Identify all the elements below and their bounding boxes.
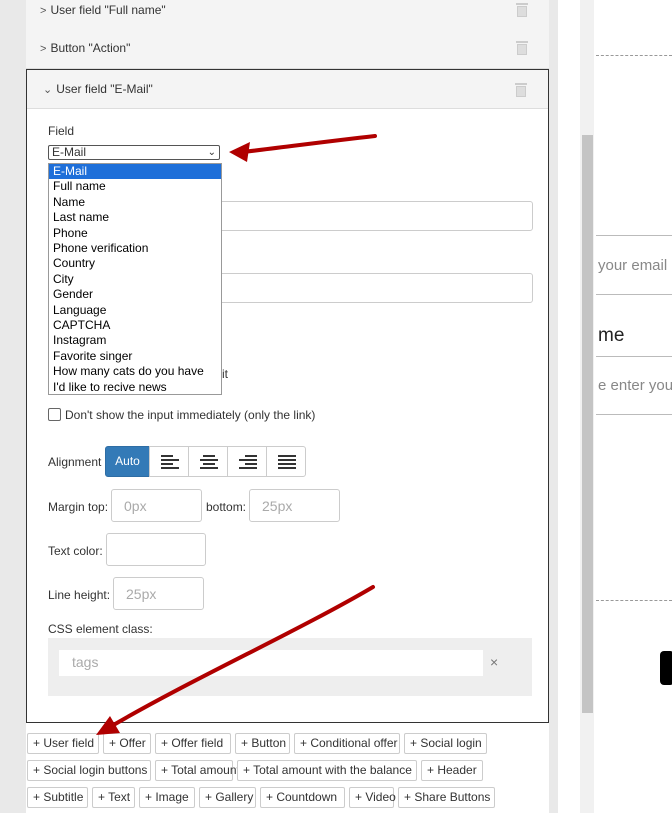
chevron-down-icon: ⌄ [43, 84, 53, 96]
chevron-right-icon: > [40, 43, 47, 55]
add-offer-field-button[interactable]: + Offer field [155, 733, 231, 754]
add-total-amount-button[interactable]: + Total amount [155, 760, 240, 781]
line-height-input[interactable]: 25px [113, 577, 204, 610]
dropdown-option[interactable]: I'd like to recive news [49, 380, 221, 395]
trash-icon[interactable] [516, 3, 528, 17]
trash-icon[interactable] [515, 83, 527, 97]
margin-bottom-label: bottom: [206, 500, 247, 514]
add-image-button[interactable]: + Image [139, 787, 195, 808]
add-share-buttons-button[interactable]: + Share Buttons [398, 787, 495, 808]
align-auto-button[interactable]: Auto [105, 446, 150, 477]
checkbox-label: Don't show the input immediately (only t… [65, 408, 316, 422]
tags-input[interactable]: tags [59, 650, 483, 676]
align-center-button[interactable] [188, 446, 228, 477]
right-gutter [549, 0, 558, 813]
field-label: Field [48, 124, 75, 138]
dropdown-option[interactable]: E-Mail [49, 164, 221, 180]
add-offer-button[interactable]: + Offer [103, 733, 151, 754]
text-color-label: Text color: [48, 544, 103, 558]
add-user-field-button[interactable]: + User field [27, 733, 99, 754]
dropdown-option[interactable]: City [49, 272, 221, 287]
margin-bottom-input[interactable]: 25px [249, 489, 340, 522]
clear-tags-icon[interactable]: × [490, 654, 498, 670]
margin-top-label: Margin top: [48, 500, 109, 514]
css-class-label: CSS element class: [48, 622, 153, 636]
panel-title: User field "E-Mail" [56, 82, 153, 96]
add-subtitle-button[interactable]: + Subtitle [27, 787, 88, 808]
chevron-down-icon: ⌄ [207, 147, 216, 158]
dropdown-option[interactable]: Name [49, 195, 221, 210]
dropdown-option[interactable]: Country [49, 256, 221, 271]
preview-button[interactable] [660, 651, 672, 685]
preview-enter-text: e enter you [598, 377, 672, 394]
panel-header[interactable]: ⌄ User field "E-Mail" [27, 70, 548, 109]
preview-input-top [596, 235, 672, 236]
field-row-button-action[interactable]: > Button "Action" [26, 30, 549, 69]
preview-divider [596, 600, 672, 601]
alignment-label: Alignment [48, 455, 102, 469]
dropdown-option[interactable]: Language [49, 303, 221, 318]
line-height-label: Line height: [48, 588, 111, 602]
align-left-icon [161, 455, 179, 469]
checkbox[interactable] [48, 408, 61, 421]
add-total-amount-with-the-balance-button[interactable]: + Total amount with the balance [237, 760, 417, 781]
add-countdown-button[interactable]: + Countdown [260, 787, 345, 808]
add-social-login-button[interactable]: + Social login [404, 733, 487, 754]
preview-name-heading: me [598, 325, 625, 346]
css-class-tags-area: tags × [48, 638, 532, 696]
add-header-button[interactable]: + Header [421, 760, 483, 781]
add-video-button[interactable]: + Video [349, 787, 396, 808]
margin-top-input[interactable]: 0px [111, 489, 202, 522]
chevron-right-icon: > [40, 5, 47, 17]
alignment-group: Auto [105, 446, 306, 477]
dropdown-option[interactable]: Full name [49, 179, 221, 194]
dropdown-option[interactable]: Gender [49, 287, 221, 302]
align-justify-icon [278, 455, 296, 469]
preview-input-top [596, 356, 672, 357]
dropdown-option[interactable]: Instagram [49, 333, 221, 348]
preview-email-placeholder: your email [598, 257, 668, 274]
row-label: User field "Full name" [50, 3, 166, 17]
field-select-dropdown: E-Mail Full name Name Last name Phone Phone v… [48, 163, 222, 395]
dropdown-option[interactable]: How many cats do you have [49, 364, 221, 379]
row-label: Button "Action" [50, 41, 131, 55]
preview-pane: your email me e enter you [596, 0, 672, 813]
text-color-input[interactable] [106, 533, 206, 566]
preview-input-bottom [596, 294, 672, 295]
field-row-full-name[interactable]: > User field "Full name" [26, 0, 549, 31]
dropdown-option[interactable]: CAPTCHA [49, 318, 221, 333]
left-gutter [0, 0, 26, 813]
select-value: E-Mail [52, 145, 87, 159]
field-select[interactable]: E-Mail ⌄ [48, 145, 220, 160]
add-text-button[interactable]: + Text [92, 787, 135, 808]
dropdown-option[interactable]: Phone verification [49, 241, 221, 256]
add-button-button[interactable]: + Button [235, 733, 290, 754]
align-right-button[interactable] [227, 446, 267, 477]
trash-icon[interactable] [516, 41, 528, 55]
align-justify-button[interactable] [266, 446, 306, 477]
add-conditional-offer-button[interactable]: + Conditional offer [294, 733, 400, 754]
hide-input-option[interactable]: Don't show the input immediately (only t… [48, 408, 315, 422]
dropdown-option[interactable]: Phone [49, 226, 221, 241]
dropdown-option[interactable]: Last name [49, 210, 221, 225]
align-right-icon [239, 455, 257, 469]
preview-input-bottom [596, 414, 672, 415]
dropdown-option[interactable]: Favorite singer [49, 349, 221, 364]
align-center-icon [200, 455, 218, 469]
align-left-button[interactable] [149, 446, 189, 477]
add-gallery-button[interactable]: + Gallery [199, 787, 256, 808]
scrollbar-thumb[interactable] [582, 135, 593, 713]
obscured-label: it [222, 367, 228, 381]
add-social-login-buttons-button[interactable]: + Social login buttons [27, 760, 151, 781]
preview-divider [596, 55, 672, 56]
